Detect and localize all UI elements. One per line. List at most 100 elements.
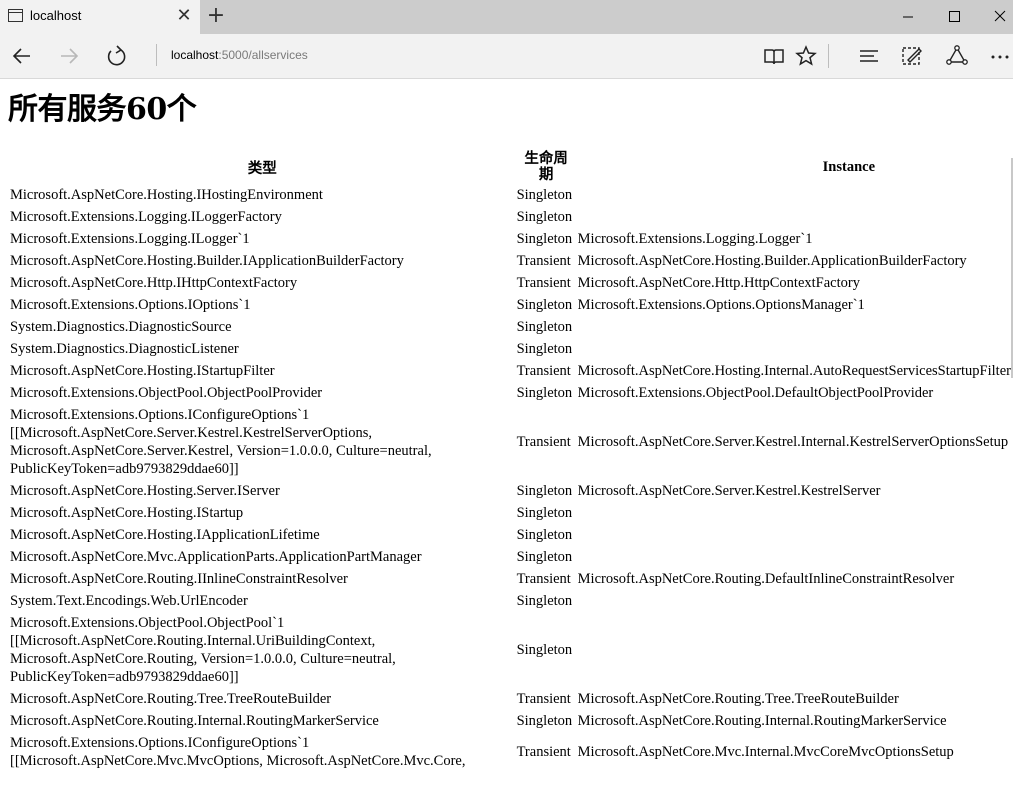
table-row: System.Diagnostics.DiagnosticSource Singl…: [10, 317, 1011, 337]
instance-cell: Microsoft.Extensions.Options.OptionsMana…: [577, 297, 865, 313]
table-row: System.Diagnostics.DiagnosticListener Sin…: [10, 339, 1011, 359]
instance-cell: Microsoft.AspNetCore.Routing.DefaultInli…: [577, 571, 955, 587]
table-row: Microsoft.AspNetCore.Hosting.IStartup Sin…: [10, 503, 1011, 523]
minimize-icon[interactable]: [885, 0, 931, 34]
lifetime-cell: Singleton: [516, 593, 573, 609]
title-bar: localhost ✕ +: [0, 0, 1013, 34]
close-icon[interactable]: ✕: [175, 6, 193, 26]
lifetime-cell: Singleton: [516, 319, 573, 335]
instance-cell: Microsoft.AspNetCore.Http.HttpContextFac…: [577, 275, 860, 291]
services-table: 类型 生命周期 Instance Microsoft.AspNetCore.Ho…: [8, 149, 1013, 773]
table-row: Microsoft.AspNetCore.Routing.IInlineCons…: [10, 569, 1011, 589]
lifetime-cell: Singleton: [516, 385, 573, 401]
lifetime-cell: Singleton: [516, 483, 573, 499]
table-row: Microsoft.AspNetCore.Http.IHttpContextFa…: [10, 273, 1011, 293]
share-icon[interactable]: [943, 42, 971, 70]
service-type-cell: Microsoft.Extensions.Logging.ILoggerFact…: [10, 209, 282, 225]
instance-cell: Microsoft.Extensions.ObjectPool.DefaultO…: [577, 385, 934, 401]
lifetime-cell: Transient: [516, 691, 571, 707]
service-type-cell: Microsoft.Extensions.Options.IOptions`1: [10, 297, 251, 313]
instance-cell: [578, 613, 1011, 687]
page-icon: [8, 9, 23, 22]
lifetime-cell: Transient: [516, 434, 571, 450]
close-window-icon[interactable]: [977, 0, 1013, 34]
url-host: localhost: [171, 48, 219, 62]
lifetime-cell: Transient: [516, 275, 571, 291]
instance-cell: Microsoft.AspNetCore.Routing.Tree.TreeRo…: [577, 691, 899, 707]
table-row: Microsoft.AspNetCore.Routing.Tree.TreeRo…: [10, 689, 1011, 709]
service-type-cell: Microsoft.AspNetCore.Hosting.Server.ISer…: [10, 483, 280, 499]
reading-view-icon[interactable]: [760, 42, 788, 70]
toolbar-divider: [828, 44, 829, 68]
hub-icon[interactable]: [855, 42, 883, 70]
service-type-cell: System.Diagnostics.DiagnosticListener: [10, 341, 239, 357]
service-type-cell: Microsoft.Extensions.Logging.ILogger`1: [10, 231, 250, 247]
instance-cell: [578, 207, 1011, 227]
service-type-cell: System.Text.Encodings.Web.UrlEncoder: [10, 593, 248, 609]
back-icon[interactable]: [7, 42, 37, 70]
instance-cell: [578, 503, 1011, 523]
lifetime-cell: Singleton: [516, 209, 573, 225]
table-row: Microsoft.Extensions.ObjectPool.ObjectPo…: [10, 613, 1011, 687]
header-instance: Instance: [578, 151, 1011, 183]
instance-cell: Microsoft.AspNetCore.Hosting.Builder.App…: [577, 253, 967, 269]
lifetime-cell: Singleton: [516, 341, 573, 357]
table-row: Microsoft.AspNetCore.Hosting.IHostingEnv…: [10, 185, 1011, 205]
lifetime-cell: Singleton: [516, 231, 573, 247]
table-header-row: 类型 生命周期 Instance: [10, 151, 1011, 183]
instance-cell: Microsoft.AspNetCore.Mvc.Internal.MvcCor…: [577, 744, 954, 760]
header-lifetime-text: 生命周期: [524, 151, 568, 183]
instance-cell: [578, 591, 1011, 611]
lifetime-cell: Transient: [516, 363, 571, 379]
instance-cell: Microsoft.AspNetCore.Server.Kestrel.Kest…: [577, 483, 881, 499]
table-row: Microsoft.AspNetCore.Hosting.Server.ISer…: [10, 481, 1011, 501]
instance-cell: [578, 317, 1011, 337]
page-content: 所有服务60个 类型 生命周期 Instance Microsoft.AspNe…: [0, 79, 1013, 785]
service-type-cell: Microsoft.Extensions.ObjectPool.ObjectPo…: [10, 385, 323, 401]
table-row: Microsoft.Extensions.Options.IConfigureO…: [10, 405, 1011, 479]
lifetime-cell: Singleton: [516, 549, 573, 565]
plus-icon[interactable]: +: [206, 4, 226, 28]
lifetime-cell: Transient: [516, 253, 571, 269]
instance-cell: [578, 525, 1011, 545]
header-lifetime: 生命周期: [517, 151, 576, 183]
service-type-cell: Microsoft.AspNetCore.Hosting.IStartupFil…: [10, 363, 275, 379]
forward-icon[interactable]: [54, 42, 84, 70]
service-type-cell: Microsoft.AspNetCore.Routing.Internal.Ro…: [10, 713, 379, 729]
address-bar[interactable]: localhost:5000/allservices: [156, 44, 308, 66]
lifetime-cell: Singleton: [516, 642, 573, 658]
service-type-cell: Microsoft.AspNetCore.Hosting.IApplicatio…: [10, 527, 320, 543]
instance-cell: [578, 185, 1011, 205]
table-row: Microsoft.Extensions.ObjectPool.ObjectPo…: [10, 383, 1011, 403]
service-type-cell: Microsoft.Extensions.Options.IConfigureO…: [10, 407, 432, 477]
table-row: Microsoft.AspNetCore.Hosting.IStartupFil…: [10, 361, 1011, 381]
service-type-cell: Microsoft.AspNetCore.Hosting.IStartup: [10, 505, 244, 521]
instance-cell: Microsoft.AspNetCore.Server.Kestrel.Inte…: [577, 434, 1009, 450]
instance-cell: [578, 339, 1011, 359]
browser-tab[interactable]: localhost ✕: [0, 0, 200, 34]
service-type-cell: Microsoft.AspNetCore.Hosting.Builder.IAp…: [10, 253, 404, 269]
web-note-icon[interactable]: [898, 42, 926, 70]
table-row: Microsoft.Extensions.Options.IOptions`1 S…: [10, 295, 1011, 315]
maximize-icon[interactable]: [931, 0, 977, 34]
service-type-cell: Microsoft.AspNetCore.Hosting.IHostingEnv…: [10, 187, 323, 203]
header-instance-text: Instance: [822, 158, 876, 175]
table-row: Microsoft.AspNetCore.Hosting.Builder.IAp…: [10, 251, 1011, 271]
more-icon[interactable]: [986, 42, 1013, 70]
instance-cell: Microsoft.AspNetCore.Routing.Internal.Ro…: [577, 713, 947, 729]
tab-title: localhost: [30, 8, 82, 23]
service-type-cell: Microsoft.Extensions.Options.IConfigureO…: [10, 735, 466, 769]
refresh-icon[interactable]: [102, 42, 132, 70]
table-row: Microsoft.Extensions.Logging.ILoggerFact…: [10, 207, 1011, 227]
instance-cell: Microsoft.Extensions.Logging.Logger`1: [577, 231, 813, 247]
service-type-cell: Microsoft.AspNetCore.Mvc.ApplicationPart…: [10, 549, 422, 565]
url-path: :5000/allservices: [218, 48, 308, 62]
lifetime-cell: Singleton: [516, 187, 573, 203]
table-row: Microsoft.AspNetCore.Routing.Internal.Ro…: [10, 711, 1011, 731]
service-type-cell: Microsoft.AspNetCore.Routing.IInlineCons…: [10, 571, 348, 587]
lifetime-cell: Singleton: [516, 297, 573, 313]
favorite-star-icon[interactable]: [792, 42, 820, 70]
lifetime-cell: Singleton: [516, 713, 573, 729]
table-row: System.Text.Encodings.Web.UrlEncoder Sing…: [10, 591, 1011, 611]
lifetime-cell: Singleton: [516, 527, 573, 543]
